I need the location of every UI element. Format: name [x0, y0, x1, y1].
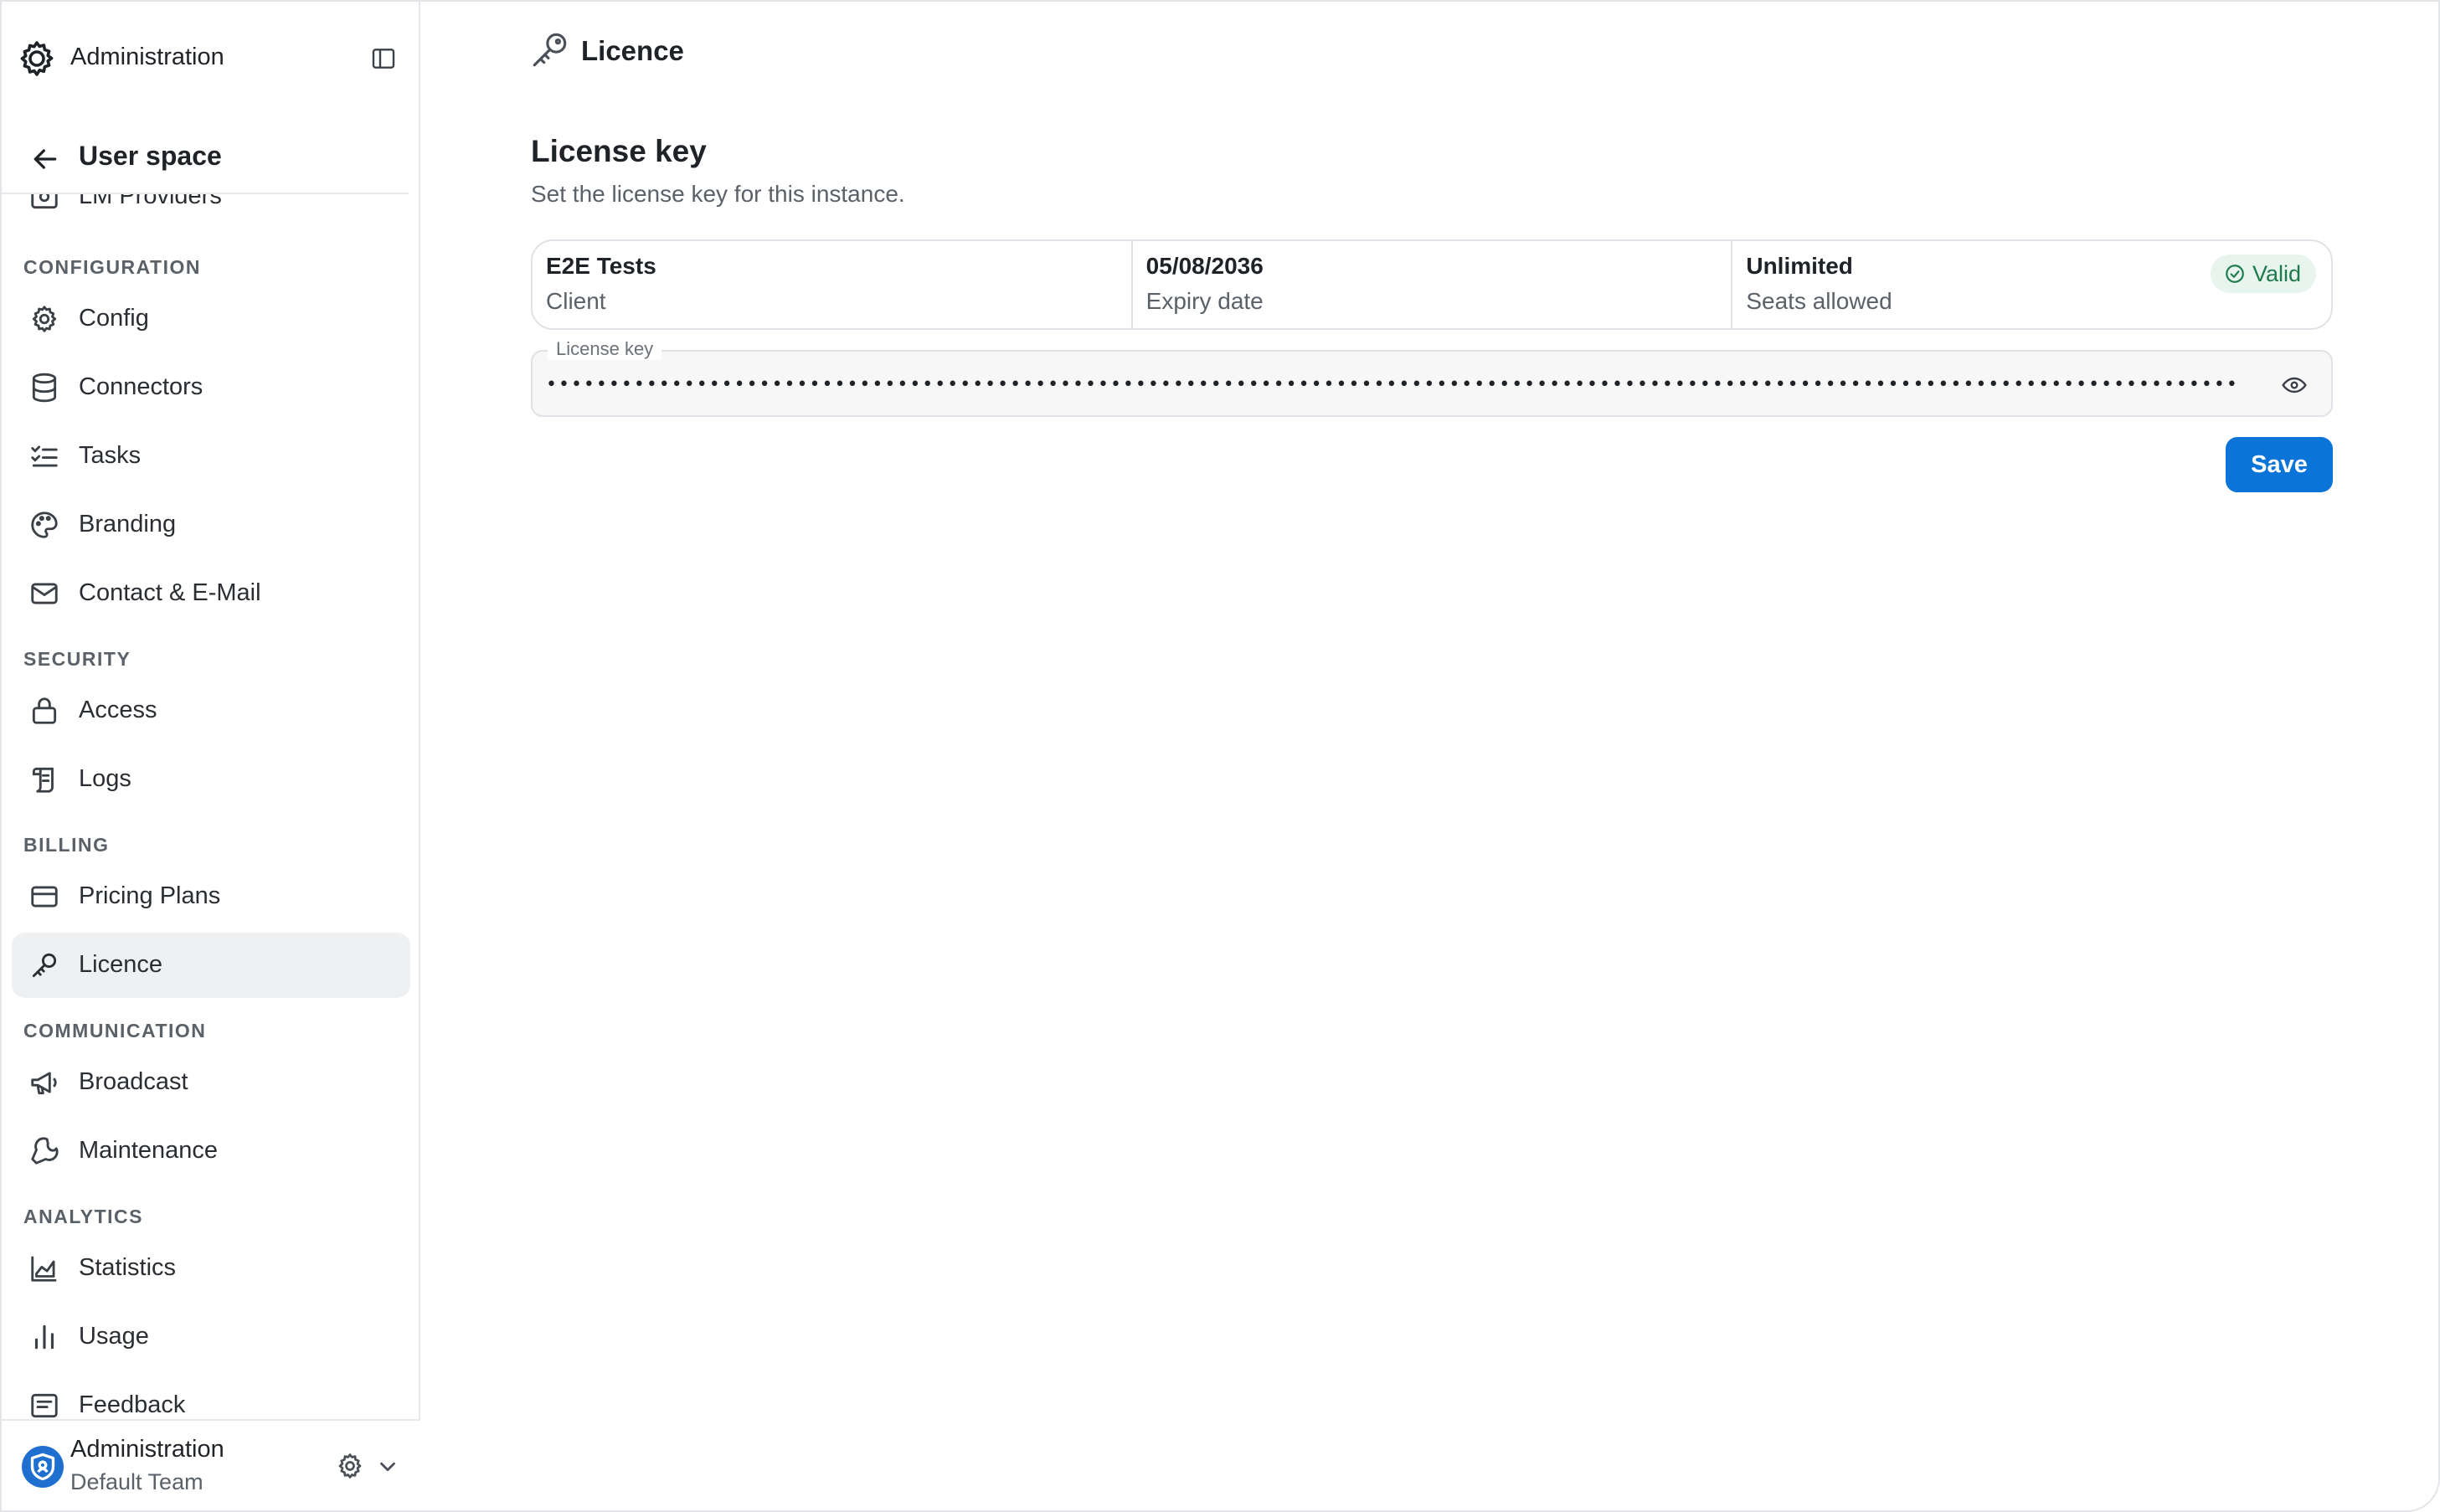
- seats-label: Seats allowed: [1746, 288, 1892, 314]
- sidebar-item-contact-email[interactable]: Contact & E-Mail: [12, 561, 410, 626]
- sidebar-item-licence[interactable]: Licence: [12, 933, 410, 998]
- sidebar-item-label: Pricing Plans: [79, 882, 221, 909]
- sidebar-item-tasks[interactable]: Tasks: [12, 424, 410, 489]
- section-label-analytics: ANALYTICS: [23, 1206, 143, 1227]
- back-to-user-space[interactable]: User space: [2, 126, 409, 194]
- team-switcher[interactable]: Administration Default Team: [2, 1419, 420, 1510]
- sidebar-item-lm-providers[interactable]: LM Providers: [12, 194, 410, 229]
- sidebar-item-branding[interactable]: Branding: [12, 492, 410, 558]
- sidebar-item-config[interactable]: Config: [12, 286, 410, 352]
- lock-icon: [28, 695, 60, 727]
- sidebar-item-label: Logs: [79, 765, 131, 792]
- section-description: Set the license key for this instance.: [531, 181, 905, 207]
- chevron-down-icon[interactable]: [375, 1454, 400, 1479]
- info-seats: Unlimited Seats allowed Valid: [1732, 241, 2331, 328]
- team-avatar: [22, 1446, 64, 1488]
- save-button[interactable]: Save: [2226, 437, 2333, 492]
- credit-card-icon: [28, 881, 60, 913]
- sidebar-item-label: Statistics: [79, 1254, 177, 1281]
- settings-icon: [28, 303, 60, 335]
- page-title: Licence: [581, 35, 684, 66]
- info-expiry: 05/08/2036 Expiry date: [1133, 241, 1733, 328]
- team-name: Administration: [70, 1436, 224, 1463]
- sidebar-item-label: Feedback: [79, 1391, 186, 1418]
- client-label: Client: [546, 288, 606, 314]
- status-badge-label: Valid: [2252, 260, 2302, 286]
- expiry-label: Expiry date: [1145, 288, 1264, 314]
- license-key-input[interactable]: [546, 360, 2237, 409]
- sidebar-item-usage[interactable]: Usage: [12, 1304, 410, 1370]
- eye-icon[interactable]: [2281, 372, 2308, 399]
- sidebar-item-label: Maintenance: [79, 1137, 219, 1164]
- sidebar-item-label: Broadcast: [79, 1068, 188, 1095]
- sidebar: Administration User space LM Providers C…: [2, 2, 420, 1510]
- app-window: Administration User space LM Providers C…: [0, 0, 2440, 1512]
- providers-icon: [28, 194, 60, 213]
- check-circle-icon: [2224, 263, 2246, 285]
- sidebar-item-access[interactable]: Access: [12, 678, 410, 743]
- key-icon: [28, 949, 60, 981]
- sidebar-title: Administration: [70, 44, 224, 70]
- license-info-card: E2E Tests Client 05/08/2036 Expiry date …: [531, 239, 2333, 330]
- section-label-communication: COMMUNICATION: [23, 1020, 207, 1041]
- info-client: E2E Tests Client: [533, 241, 1133, 328]
- area-chart-icon: [28, 1252, 60, 1284]
- seats-value: Unlimited: [1746, 253, 1853, 279]
- sidebar-toggle-icon[interactable]: [368, 45, 399, 72]
- checklist-icon: [28, 440, 60, 472]
- mail-icon: [28, 578, 60, 609]
- wrench-icon: [28, 1135, 60, 1167]
- sidebar-item-pricing-plans[interactable]: Pricing Plans: [12, 864, 410, 929]
- bar-chart-icon: [28, 1321, 60, 1353]
- palette-icon: [28, 509, 60, 541]
- expiry-value: 05/08/2036: [1145, 253, 1264, 279]
- sidebar-nav[interactable]: LM Providers CONFIGURATION Config Connec…: [2, 194, 420, 1419]
- admin-gear-logo-icon: [17, 39, 57, 79]
- database-icon: [28, 372, 60, 404]
- sidebar-item-statistics[interactable]: Statistics: [12, 1236, 410, 1301]
- sidebar-item-label: Access: [79, 697, 157, 723]
- main-content: Licence License key Set the license key …: [420, 2, 2438, 1510]
- section-label-billing: BILLING: [23, 834, 110, 856]
- sidebar-header: Administration: [2, 2, 420, 117]
- license-key-field: License key: [531, 338, 2333, 417]
- sidebar-item-label: Config: [79, 305, 149, 332]
- team-subtitle: Default Team: [70, 1469, 203, 1494]
- sidebar-item-label: Branding: [79, 511, 177, 537]
- sidebar-item-label: Connectors: [79, 373, 203, 400]
- sidebar-item-label: Tasks: [79, 442, 142, 469]
- sidebar-item-broadcast[interactable]: Broadcast: [12, 1050, 410, 1115]
- section-label-security: SECURITY: [23, 648, 131, 670]
- sidebar-item-logs[interactable]: Logs: [12, 747, 410, 812]
- client-value: E2E Tests: [546, 253, 656, 279]
- sidebar-item-label: LM Providers: [79, 194, 222, 209]
- settings-gear-icon[interactable]: [335, 1451, 365, 1481]
- sidebar-item-feedback[interactable]: Feedback: [12, 1373, 410, 1419]
- license-key-label: License key: [548, 338, 662, 360]
- sidebar-item-label: Licence: [79, 951, 162, 978]
- megaphone-icon: [28, 1067, 60, 1098]
- status-badge: Valid: [2210, 255, 2317, 293]
- section-label-configuration: CONFIGURATION: [23, 256, 202, 278]
- sidebar-item-label: Contact & E-Mail: [79, 579, 261, 606]
- key-icon: [529, 28, 571, 70]
- back-label: User space: [79, 141, 222, 171]
- arrow-left-icon: [28, 142, 62, 176]
- section-title: License key: [531, 134, 707, 168]
- sidebar-item-label: Usage: [79, 1323, 149, 1350]
- sidebar-item-connectors[interactable]: Connectors: [12, 355, 410, 420]
- sidebar-item-maintenance[interactable]: Maintenance: [12, 1119, 410, 1184]
- scroll-icon: [28, 764, 60, 795]
- feedback-icon: [28, 1390, 60, 1419]
